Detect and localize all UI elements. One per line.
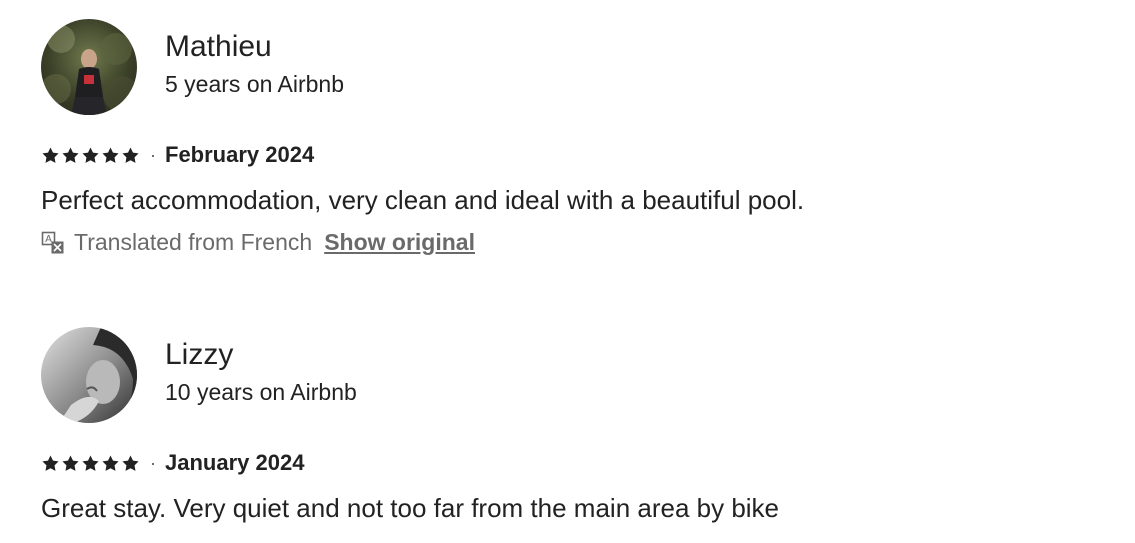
translate-icon: A [41,231,64,253]
star-icon [102,454,119,471]
star-icon [82,146,99,163]
svg-text:A: A [45,234,52,245]
star-rating [41,454,140,473]
translation-note: A Translated from French Show original [41,229,1101,256]
separator-dot: · [150,144,156,165]
star-rating [41,146,140,165]
star-icon [62,454,79,471]
review-date: February 2024 [165,142,315,167]
review-meta: · January 2024 [41,449,1101,477]
review-meta: · February 2024 [41,141,1101,169]
avatar[interactable] [41,327,137,423]
star-icon [82,454,99,471]
review-date: January 2024 [165,450,305,475]
review-card: Lizzy 10 years on Airbnb · January 2024 … [41,327,1101,525]
review-text: Perfect accommodation, very clean and id… [41,185,805,215]
review-text: Great stay. Very quiet and not too far f… [41,493,780,523]
avatar[interactable] [41,19,137,115]
review-card: Mathieu 5 years on Airbnb · February 202… [41,19,1101,256]
star-icon [42,454,59,471]
reviews-page: Mathieu 5 years on Airbnb · February 202… [0,0,1135,543]
reviewer-header: Lizzy 10 years on Airbnb [41,327,1101,423]
star-icon [42,146,59,163]
star-icon [62,146,79,163]
star-icon [122,146,139,163]
star-icon [122,454,139,471]
star-icon [102,146,119,163]
show-original-link[interactable]: Show original [324,229,475,256]
reviewer-name: Mathieu [165,30,272,63]
reviewer-tenure: 5 years on Airbnb [165,71,345,97]
reviewer-name: Lizzy [165,338,234,371]
separator-dot: · [150,452,156,473]
reviewer-header: Mathieu 5 years on Airbnb [41,19,1101,115]
translation-label: Translated from French [74,229,313,255]
reviewer-tenure: 10 years on Airbnb [165,379,357,405]
